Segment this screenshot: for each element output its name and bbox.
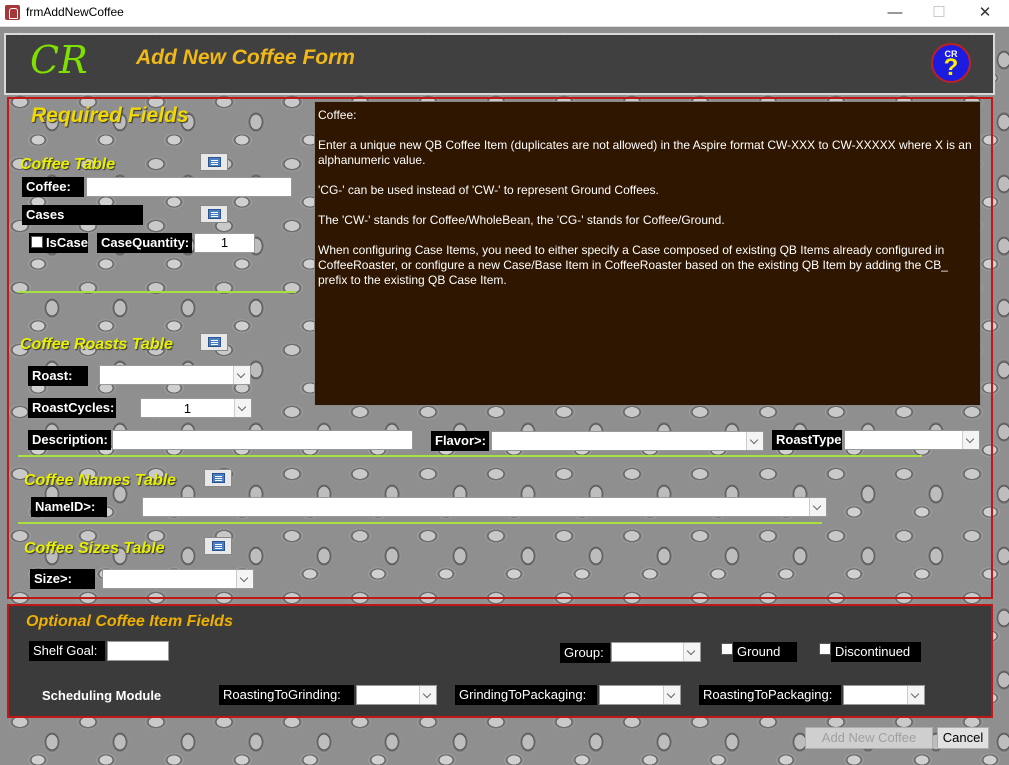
form-title: Add New Coffee Form bbox=[136, 46, 355, 69]
discontinued-label: Discontinued bbox=[831, 642, 921, 662]
description-label: Description: bbox=[28, 430, 111, 450]
roasting-to-grinding-combo[interactable] bbox=[356, 685, 437, 705]
cr-logo: CR bbox=[30, 38, 88, 82]
access-app-icon bbox=[5, 5, 20, 20]
coffee-label: Coffee: bbox=[22, 177, 84, 197]
coffee-input[interactable] bbox=[86, 177, 292, 197]
sizes-table-open-button[interactable] bbox=[204, 537, 232, 555]
roasttype-combo[interactable] bbox=[844, 430, 980, 450]
roast-label: Roast: bbox=[28, 366, 88, 386]
ground-label: Ground bbox=[733, 642, 797, 662]
close-button[interactable]: ✕ bbox=[962, 0, 1008, 26]
grinding-to-packaging-combo[interactable] bbox=[599, 685, 681, 705]
help-text-line: The 'CW-' stands for Coffee/WholeBean, t… bbox=[318, 213, 725, 227]
group-label: Group: bbox=[560, 643, 610, 663]
chevron-down-icon[interactable] bbox=[907, 686, 924, 704]
coffee-names-table-title: Coffee Names Table bbox=[24, 472, 177, 489]
form-header: CR Add New Coffee Form CR ? bbox=[4, 33, 995, 95]
chevron-down-icon[interactable] bbox=[746, 432, 763, 450]
optional-fields-title: Optional Coffee Item Fields bbox=[26, 613, 233, 630]
chevron-down-icon[interactable] bbox=[663, 686, 680, 704]
names-table-open-button[interactable] bbox=[204, 469, 232, 487]
roastcycles-label: RoastCycles: bbox=[28, 398, 116, 418]
table-icon bbox=[208, 337, 221, 347]
coffee-table-title: Coffee Table bbox=[20, 156, 116, 173]
help-text-line: Coffee: bbox=[318, 108, 357, 122]
iscase-checkbox[interactable] bbox=[31, 236, 43, 248]
shelf-goal-input[interactable] bbox=[107, 641, 169, 661]
table-icon bbox=[208, 157, 221, 167]
help-button[interactable]: CR ? bbox=[931, 43, 971, 83]
cases-open-button[interactable] bbox=[200, 205, 228, 223]
help-text-line: When configuring Case Items, you need to… bbox=[318, 243, 948, 287]
help-text-line: 'CG-' can be used instead of 'CW-' to re… bbox=[318, 183, 659, 197]
section-divider bbox=[18, 291, 296, 293]
roastcycles-value: 1 bbox=[183, 401, 192, 416]
chevron-down-icon[interactable] bbox=[962, 431, 979, 449]
required-fields-title: Required Fields bbox=[31, 104, 189, 127]
table-icon bbox=[208, 209, 221, 219]
grinding-to-packaging-label: GrindingToPackaging: bbox=[455, 685, 597, 705]
size-combo[interactable] bbox=[102, 569, 254, 589]
shelf-goal-label: Shelf Goal: bbox=[29, 641, 105, 661]
group-combo[interactable] bbox=[611, 642, 701, 662]
table-icon bbox=[212, 541, 225, 551]
help-text-line: Enter a unique new QB Coffee Item (dupli… bbox=[318, 138, 972, 167]
flavor-combo[interactable] bbox=[491, 431, 764, 451]
roasting-to-grinding-label: RoastingToGrinding: bbox=[219, 685, 354, 705]
window-title: frmAddNewCoffee bbox=[26, 5, 124, 19]
roastcycles-combo[interactable]: 1 bbox=[140, 398, 252, 418]
nameid-label: NameID>: bbox=[31, 497, 107, 517]
casequantity-label: CaseQuantity: bbox=[97, 233, 192, 253]
table-icon bbox=[212, 473, 225, 483]
coffee-table-open-button[interactable] bbox=[200, 153, 228, 171]
chevron-down-icon[interactable] bbox=[809, 498, 826, 516]
roasting-to-packaging-label: RoastingToPackaging: bbox=[699, 685, 841, 705]
section-divider bbox=[18, 522, 822, 524]
chevron-down-icon[interactable] bbox=[236, 570, 253, 588]
nameid-combo[interactable] bbox=[142, 497, 827, 517]
casequantity-input[interactable]: 1 bbox=[194, 233, 255, 253]
maximize-button[interactable]: ☐ bbox=[916, 0, 962, 26]
coffee-roasts-table-title: Coffee Roasts Table bbox=[20, 336, 173, 353]
roast-combo[interactable] bbox=[99, 365, 251, 385]
roasting-to-packaging-combo[interactable] bbox=[843, 685, 925, 705]
discontinued-checkbox[interactable] bbox=[819, 643, 831, 655]
roasttype-label: RoastType bbox=[772, 430, 842, 450]
description-input[interactable] bbox=[112, 430, 413, 450]
cases-label: Cases bbox=[22, 205, 143, 225]
chevron-down-icon[interactable] bbox=[683, 643, 700, 661]
chevron-down-icon[interactable] bbox=[233, 366, 250, 384]
cancel-button[interactable]: Cancel bbox=[937, 727, 989, 749]
ground-checkbox[interactable] bbox=[721, 643, 733, 655]
question-icon: ? bbox=[943, 54, 959, 81]
help-text-box: Coffee: Enter a unique new QB Coffee Ite… bbox=[314, 101, 981, 406]
chevron-down-icon[interactable] bbox=[419, 686, 436, 704]
add-new-coffee-button[interactable]: Add New Coffee bbox=[805, 727, 933, 749]
coffee-sizes-table-title: Coffee Sizes Table bbox=[24, 540, 165, 557]
flavor-label: Flavor>: bbox=[431, 431, 489, 451]
window-titlebar: frmAddNewCoffee — ☐ ✕ bbox=[0, 0, 1009, 27]
size-label: Size>: bbox=[30, 569, 95, 589]
chevron-down-icon[interactable] bbox=[234, 399, 251, 417]
section-divider bbox=[18, 455, 922, 457]
scheduling-module-label: Scheduling Module bbox=[42, 688, 162, 703]
minimize-button[interactable]: — bbox=[872, 0, 918, 26]
roasts-table-open-button[interactable] bbox=[200, 333, 228, 351]
